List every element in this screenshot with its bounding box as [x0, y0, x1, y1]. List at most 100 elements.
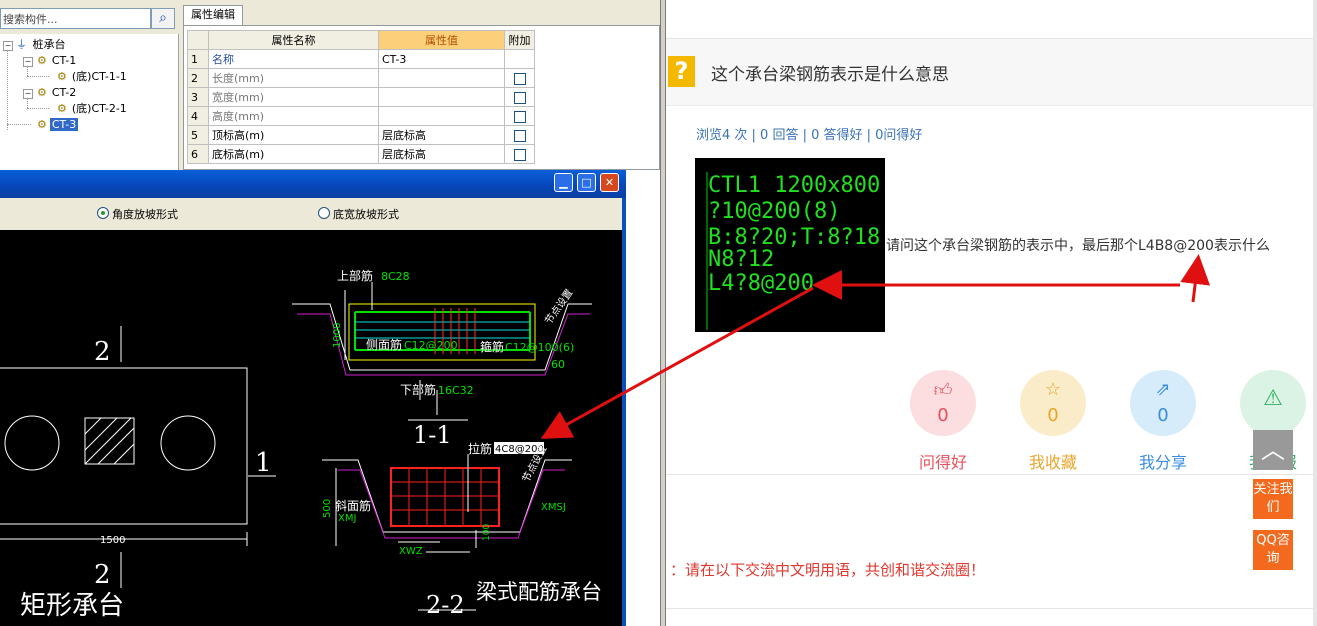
header-corner — [187, 30, 209, 50]
component-gear-icon: ⚙ — [37, 54, 47, 67]
cad-drawing-canvas: 2 2 1 1500 矩形承台 上部筋 8C28 侧面筋 C12@200 箍筋 … — [0, 230, 626, 626]
share-icon: ⇗ — [1155, 379, 1171, 400]
warning-icon: ⚠ — [1263, 386, 1283, 411]
question-stats: 浏览4 次 | 0 回答 | 0 答得好 | 0问得好 — [696, 128, 923, 143]
table-row[interactable]: 1 名称 CT-3 — [187, 49, 535, 69]
civility-notice: ：请在以下交流中文明用语，共创和谐交流圈！ — [670, 561, 986, 579]
prop-value[interactable]: CT-3 — [378, 49, 505, 69]
qq-consult-button[interactable]: QQ咨询 — [1253, 530, 1293, 570]
component-gear-icon: ⚙ — [37, 86, 47, 99]
tree-node-ct-3[interactable]: ⚙ CT-3 — [37, 117, 79, 132]
prop-name: 顶标高(m) — [208, 125, 379, 145]
xwz-label: XWZ — [399, 546, 423, 557]
collapse-toggle[interactable]: − — [23, 57, 33, 67]
dialog-titlebar[interactable]: ▁ □ ✕ — [0, 170, 626, 198]
prop-name: 底标高(m) — [208, 144, 379, 164]
stirrup-value: C12@100(6) — [505, 341, 574, 354]
node-setting-label-1: 节点设置 — [543, 287, 576, 327]
question-image[interactable]: CTL1 1200x800 ?10@200(8) B:8?20;T:8?18 N… — [695, 158, 885, 332]
property-grid: 属性名称 属性值 附加 1 名称 CT-3 2 长度(mm) 3 宽度(mm) … — [183, 25, 660, 170]
prop-value[interactable] — [378, 68, 505, 88]
chevron-up-icon: ︿ — [1261, 436, 1285, 464]
prop-value[interactable] — [378, 106, 505, 126]
dialog-options: 角度放坡形式 底宽放坡形式 — [0, 198, 626, 230]
minimize-icon[interactable]: ▁ — [554, 173, 573, 192]
slope-rebar-label: 斜面筋 — [335, 498, 371, 513]
follow-us-button[interactable]: 关注我们 — [1253, 479, 1293, 519]
divider-line — [666, 608, 1313, 609]
component-search-input[interactable]: 搜索构件... — [0, 8, 151, 29]
cad-drawing: 2 2 1 1500 矩形承台 上部筋 8C28 侧面筋 C12@200 箍筋 … — [0, 268, 602, 621]
prop-name: 高度(mm) — [208, 106, 379, 126]
prop-name: 宽度(mm) — [208, 87, 379, 107]
radio-angle-slope[interactable]: 角度放坡形式 — [97, 206, 178, 222]
xmsj-label: XMSJ — [541, 502, 566, 513]
side-rebar-value: C12@200 — [404, 339, 458, 352]
extra-checkbox[interactable] — [513, 148, 526, 161]
section-label-1-1: 1-1 — [413, 421, 452, 449]
property-table: 属性名称 属性值 附加 1 名称 CT-3 2 长度(mm) 3 宽度(mm) … — [187, 30, 535, 164]
thumbs-up-icon: 👍︎ — [933, 380, 953, 401]
tree-node-ct-1-1[interactable]: ⚙ (底)CT-1-1 — [57, 69, 129, 84]
table-row[interactable]: 4 高度(mm) — [187, 106, 535, 126]
question-title: 这个承台梁钢筋表示是什么意思 — [711, 65, 949, 85]
section-label-2-2: 2-2 — [426, 591, 465, 619]
extra-checkbox[interactable] — [513, 129, 526, 142]
image-line-1: CTL1 1200x800 — [708, 173, 880, 198]
magnifier-icon[interactable]: ⌕ — [151, 8, 175, 29]
table-row[interactable]: 2 长度(mm) — [187, 68, 535, 88]
component-gear-icon: ⚙ — [57, 70, 67, 83]
plan-dim-1500: 1500 — [100, 535, 125, 546]
image-line-5: L4?8@200 — [708, 271, 814, 296]
pile-cap-icon: ⏚ — [16, 38, 27, 51]
table-row[interactable]: 6 底标高(m) 层底标高 — [187, 144, 535, 164]
tree-node-ct-2-1[interactable]: ⚙ (底)CT-2-1 — [57, 101, 129, 116]
component-gear-icon: ⚙ — [57, 102, 67, 115]
back-to-top-button[interactable]: ︿ — [1253, 430, 1293, 470]
slope-angle: 60 — [551, 358, 565, 371]
table-row[interactable]: 5 顶标高(m) 层底标高 — [187, 125, 535, 145]
header-prop-value: 属性值 — [378, 30, 505, 50]
page-scrollbar[interactable] — [1313, 0, 1317, 626]
favorite-button[interactable]: ☆ 0 我收藏 — [1020, 370, 1086, 473]
xmj-label: XMJ — [338, 513, 356, 524]
side-rebar-label: 侧面筋 — [366, 337, 402, 352]
extra-checkbox[interactable] — [513, 72, 526, 85]
component-tree: − ⏚ 桩承台 − ⚙ CT-1 ⚙ (底)CT-1-1 − ⚙ CT-2 ⚙ (底)C… — [0, 34, 179, 170]
close-icon[interactable]: ✕ — [600, 173, 619, 192]
bottom-rebar-label: 下部筋 — [400, 382, 436, 397]
table-row[interactable]: 3 宽度(mm) — [187, 87, 535, 107]
tab-property-edit[interactable]: 属性编辑 — [183, 5, 243, 25]
like-question-button[interactable]: 👍︎ 0 问得好 — [910, 370, 976, 473]
question-body-text: 请问这个承台梁钢筋的表示中，最后那个L4B8@200表示什么 — [886, 238, 1270, 254]
question-mark-icon: ? — [668, 56, 695, 87]
radio-width-slope[interactable]: 底宽放坡形式 — [318, 206, 399, 222]
header-prop-name: 属性名称 — [208, 30, 379, 50]
share-button[interactable]: ⇗ 0 我分享 — [1130, 370, 1196, 473]
stirrup-label: 箍筋 — [480, 339, 504, 354]
collapse-toggle[interactable]: − — [3, 41, 13, 51]
star-icon: ☆ — [1044, 379, 1062, 400]
radio-selected-icon — [97, 207, 109, 219]
tree-node-pile-cap[interactable]: ⏚ 桩承台 — [16, 37, 68, 52]
component-gear-icon: ⚙ — [37, 118, 47, 131]
prop-value[interactable] — [378, 87, 505, 107]
beam-cap-title: 梁式配筋承台 — [476, 580, 602, 604]
rect-cap-title: 矩形承台 — [20, 591, 124, 621]
extra-checkbox[interactable] — [513, 110, 526, 123]
bottom-rebar-value: 16C32 — [438, 384, 474, 397]
extra-checkbox[interactable] — [513, 91, 526, 104]
prop-value[interactable]: 层底标高 — [378, 144, 505, 164]
prop-value[interactable]: 层底标高 — [378, 125, 505, 145]
top-rebar-value: 8C28 — [381, 270, 410, 283]
collapse-toggle[interactable]: − — [23, 89, 33, 99]
tree-node-ct-2[interactable]: ⚙ CT-2 — [37, 85, 78, 100]
plan-label-2-bottom: 2 — [94, 560, 111, 590]
radio-unselected-icon — [318, 207, 330, 219]
rebar-notation-image: CTL1 1200x800 ?10@200(8) B:8?20;T:8?18 N… — [706, 172, 880, 330]
tree-node-ct-1[interactable]: ⚙ CT-1 — [37, 53, 78, 68]
divider-line — [666, 474, 1313, 475]
prop-name: 长度(mm) — [208, 68, 379, 88]
maximize-icon[interactable]: □ — [577, 173, 596, 192]
header-extra: 附加 — [504, 30, 535, 50]
